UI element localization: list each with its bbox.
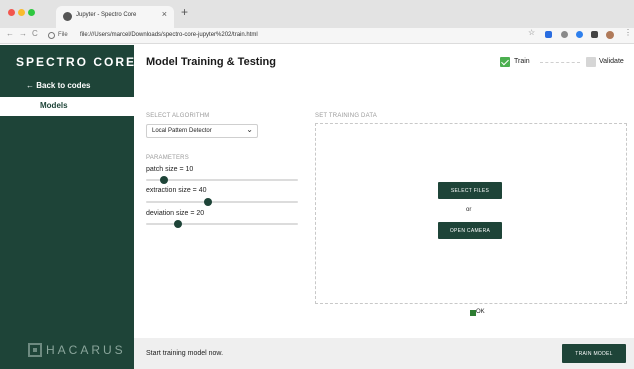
extension-icon[interactable] (576, 31, 583, 38)
profile-avatar[interactable] (606, 31, 614, 39)
back-arrow-icon[interactable]: ← (6, 30, 14, 38)
tab-title: Jupyter - Spectro Core (76, 12, 137, 18)
extension-icon[interactable] (545, 31, 552, 38)
hacarus-logo: HACARUS (28, 343, 124, 357)
puzzle-icon[interactable] (591, 31, 598, 38)
parameters-heading: PARAMETERS (146, 155, 189, 161)
minimize-window-icon[interactable] (18, 9, 25, 16)
tab-close-icon[interactable]: × (162, 10, 167, 19)
close-window-icon[interactable] (8, 9, 15, 16)
sidebar-item-models[interactable]: Models (0, 97, 134, 116)
brand-logo: SPECTRO CORE (16, 55, 137, 69)
url-input[interactable]: File file:///Users/marcel/Downloads/spec… (44, 30, 514, 42)
algorithm-select[interactable]: Local Pattern Detector ⌄ (146, 124, 258, 138)
train-label: Train (514, 58, 530, 65)
status-message: Start training model now. (146, 350, 224, 357)
set-training-data-heading: SET TRAINING DATA (315, 113, 377, 119)
patch-size-slider[interactable] (146, 176, 298, 184)
extraction-size-label: extraction size = 40 (146, 187, 207, 194)
slider-track (146, 201, 298, 203)
reload-icon[interactable]: C (32, 30, 38, 38)
sidebar: SPECTRO CORE ← Back to codes Models HACA… (0, 45, 134, 369)
slider-handle[interactable] (204, 198, 213, 206)
jupyter-favicon-icon (63, 12, 72, 21)
extraction-size-slider[interactable] (146, 198, 298, 206)
checkbox-checked-icon[interactable] (500, 57, 510, 67)
info-icon[interactable] (48, 32, 55, 39)
deviation-size-slider[interactable] (146, 220, 298, 228)
checkbox-unchecked-icon[interactable] (586, 57, 596, 67)
hacarus-wordmark: HACARUS (46, 343, 126, 357)
footer-bar: Start training model now. TRAIN MODEL (134, 338, 634, 369)
browser-tab-strip: Jupyter - Spectro Core × + (0, 0, 634, 28)
url-scheme: File (58, 32, 68, 38)
train-model-button[interactable]: TRAIN MODEL (562, 344, 626, 363)
new-tab-icon[interactable]: + (181, 6, 188, 18)
validate-checkbox[interactable]: Validate (586, 57, 632, 67)
sidebar-item-label: Models (40, 101, 68, 110)
page-title: Model Training & Testing (146, 56, 276, 68)
patch-size-label: patch size = 10 (146, 166, 194, 173)
slider-track (146, 223, 298, 225)
hacarus-mark-icon (28, 343, 42, 357)
browser-menu-icon[interactable]: ⋮ (624, 29, 632, 37)
ok-label: OK (476, 309, 485, 315)
slider-track (146, 179, 298, 181)
validate-label: Validate (599, 58, 624, 65)
slider-handle[interactable] (160, 176, 169, 184)
ok-status: OK (470, 309, 490, 317)
forward-arrow-icon[interactable]: → (19, 30, 27, 38)
select-algorithm-heading: SELECT ALGORITHM (146, 113, 210, 119)
select-files-button[interactable]: SELECT FILES (438, 182, 502, 199)
training-data-drop-zone[interactable] (315, 123, 627, 304)
bookmark-star-icon[interactable]: ☆ (528, 29, 535, 37)
url-text[interactable]: file:///Users/marcel/Downloads/spectro-c… (80, 32, 258, 38)
maximize-window-icon[interactable] (28, 9, 35, 16)
address-bar: ← → C File file:///Users/marcel/Download… (0, 28, 634, 44)
algorithm-selected-value: Local Pattern Detector (152, 128, 212, 134)
deviation-size-label: deviation size = 20 (146, 210, 205, 217)
or-separator: or (466, 207, 472, 213)
slider-handle[interactable] (173, 220, 182, 228)
back-to-codes-link[interactable]: ← Back to codes (26, 81, 90, 90)
browser-tab[interactable]: Jupyter - Spectro Core × (56, 6, 174, 28)
chevron-down-icon: ⌄ (246, 125, 253, 134)
train-checkbox[interactable]: Train (500, 57, 540, 67)
extension-icon[interactable] (561, 31, 568, 38)
open-camera-button[interactable]: OPEN CAMERA (438, 222, 502, 239)
mode-divider (540, 62, 580, 63)
